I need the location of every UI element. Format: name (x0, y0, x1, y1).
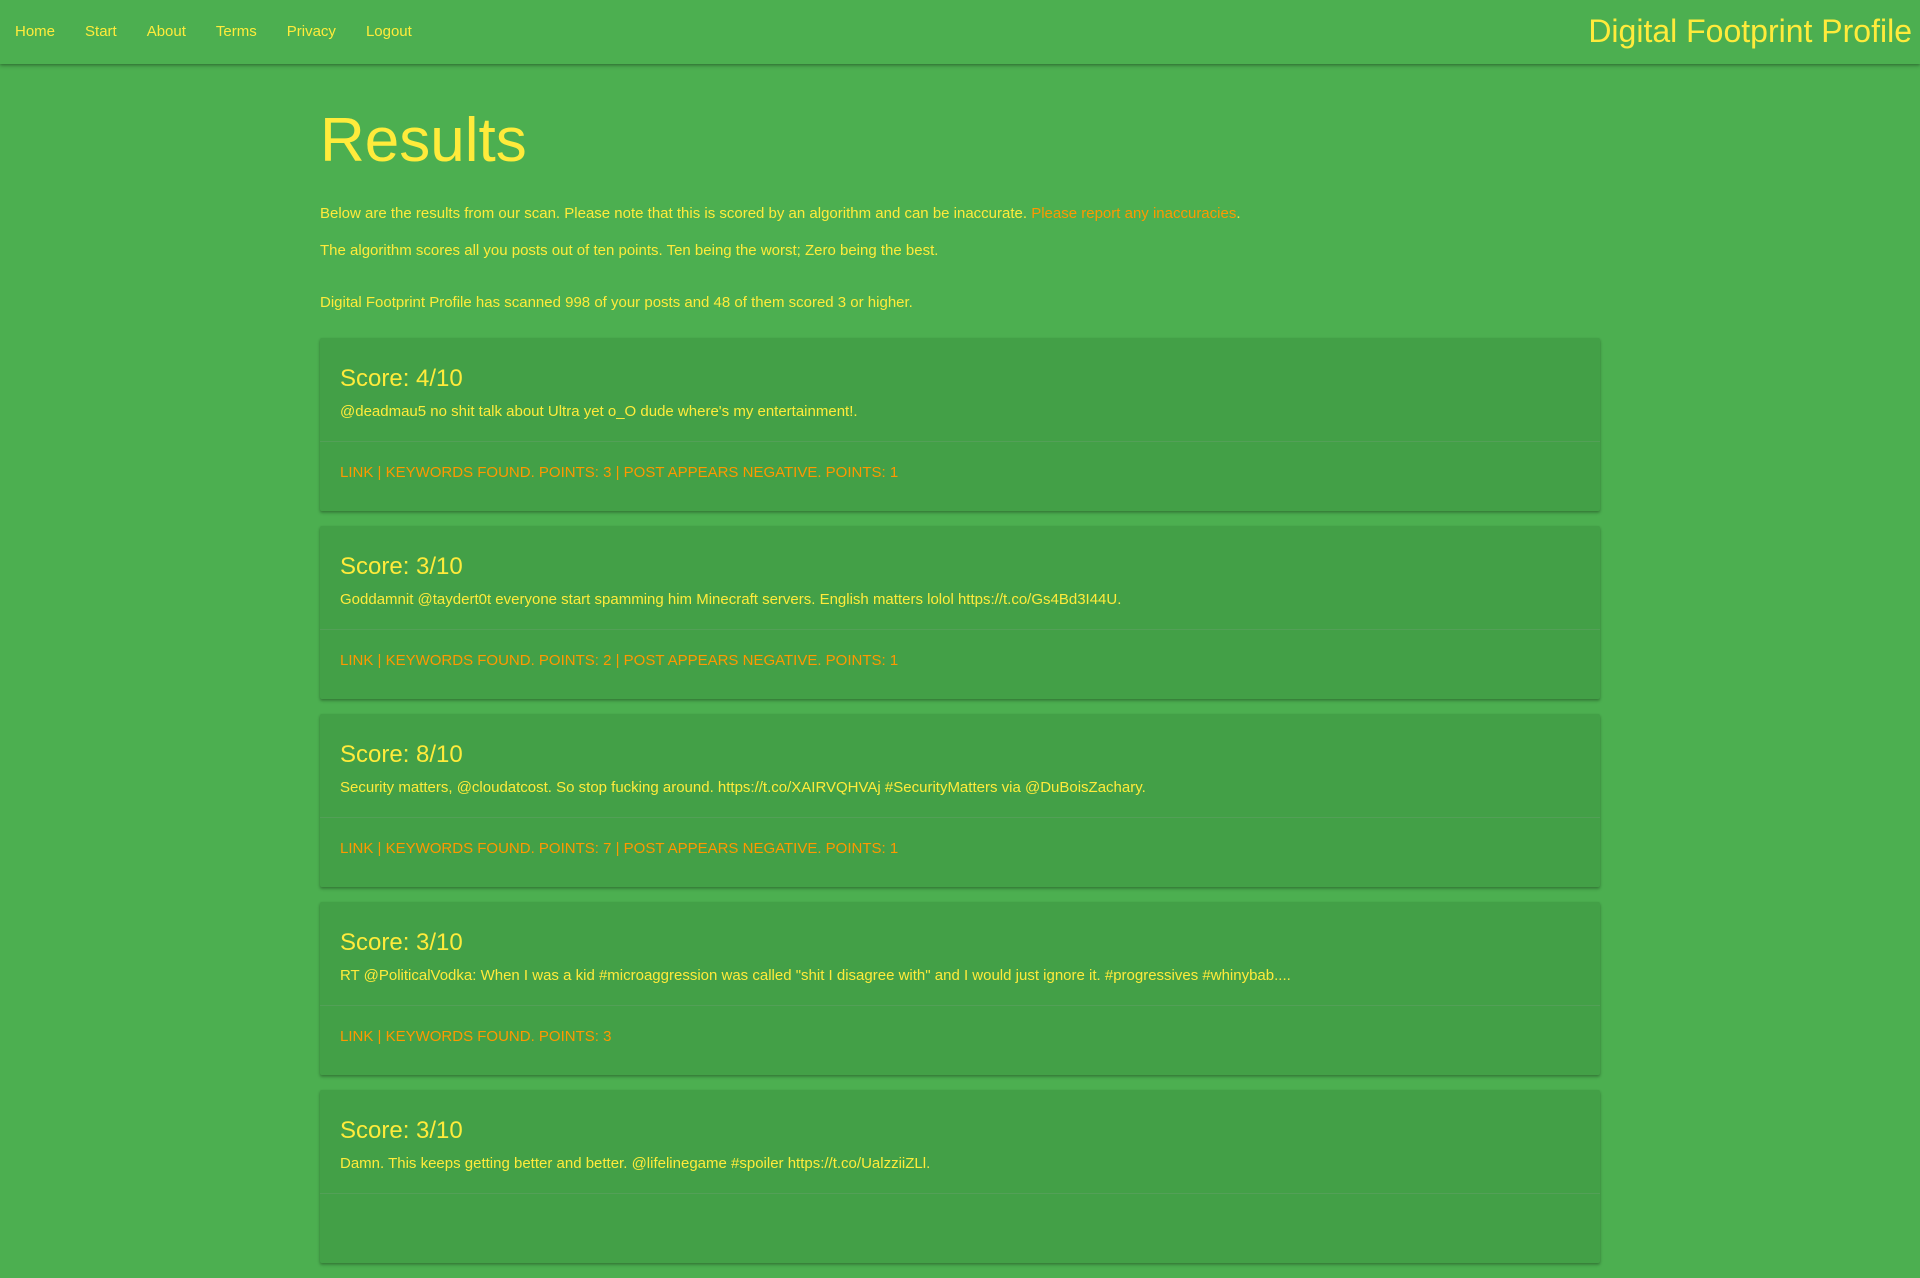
card-content: Score: 8/10 Security matters, @cloudatco… (320, 714, 1600, 818)
nav-privacy-link[interactable]: Privacy (272, 0, 351, 64)
score-title: Score: 3/10 (340, 553, 463, 580)
result-card: Score: 4/10 @deadmau5 no shit talk about… (320, 338, 1600, 511)
post-text: @deadmau5 no shit talk about Ultra yet o… (340, 403, 858, 420)
nav-logout-link[interactable]: Logout (351, 0, 427, 64)
intro-text: Below are the results from our scan. Ple… (320, 205, 1032, 222)
result-card: Score: 3/10 Damn. This keeps getting bet… (320, 1090, 1600, 1263)
card-details: Link | Keywords found. Points: 2 | Post … (340, 652, 899, 669)
result-card: Score: 8/10 Security matters, @cloudatco… (320, 714, 1600, 887)
card-details: Link | Keywords found. Points: 3 (340, 1028, 612, 1045)
post-text: Security matters, @cloudatcost. So stop … (340, 779, 1146, 796)
brand-logo-link[interactable]: Digital Footprint Profile (1588, 0, 1912, 62)
card-content: Score: 3/10 Goddamnit @taydert0t everyon… (320, 526, 1600, 630)
post-text: Goddamnit @taydert0t everyone start spam… (340, 591, 1122, 608)
card-content: Score: 3/10 Damn. This keeps getting bet… (320, 1090, 1600, 1194)
score-title: Score: 4/10 (340, 365, 463, 392)
scoring-note: The algorithm scores all you posts out o… (320, 242, 939, 259)
main-content: Results Below are the results from our s… (320, 64, 1600, 1278)
top-navbar: Home Start About Terms Privacy Logout Di… (0, 0, 1920, 64)
nav-home-link[interactable]: Home (0, 0, 70, 64)
scan-summary: Digital Footprint Profile has scanned 99… (320, 294, 913, 311)
score-title: Score: 3/10 (340, 929, 463, 956)
card-details: Link | Keywords found. Points: 3 | Post … (340, 464, 899, 481)
nav-links: Home Start About Terms Privacy Logout (0, 0, 427, 64)
results-list: Score: 4/10 @deadmau5 no shit talk about… (320, 338, 1600, 1263)
page-title: Results (320, 106, 527, 175)
card-content: Score: 3/10 RT @PoliticalVodka: When I w… (320, 902, 1600, 1006)
nav-terms-link[interactable]: Terms (201, 0, 272, 64)
card-details (320, 1194, 1600, 1262)
card-details: Link | Keywords found. Points: 7 | Post … (340, 840, 899, 857)
post-text: Damn. This keeps getting better and bett… (340, 1155, 931, 1172)
card-content: Score: 4/10 @deadmau5 no shit talk about… (320, 338, 1600, 442)
nav-about-link[interactable]: About (132, 0, 201, 64)
report-inaccuracies-link[interactable]: Please report any inaccuracies (1031, 205, 1236, 222)
nav-start-link[interactable]: Start (70, 0, 132, 64)
intro-paragraph: Below are the results from our scan. Ple… (320, 203, 1600, 225)
post-text: RT @PoliticalVodka: When I was a kid #mi… (340, 967, 1291, 984)
result-card: Score: 3/10 Goddamnit @taydert0t everyon… (320, 526, 1600, 699)
result-card: Score: 3/10 RT @PoliticalVodka: When I w… (320, 902, 1600, 1075)
score-title: Score: 8/10 (340, 741, 463, 768)
intro-end: . (1236, 205, 1241, 222)
score-title: Score: 3/10 (340, 1117, 463, 1144)
